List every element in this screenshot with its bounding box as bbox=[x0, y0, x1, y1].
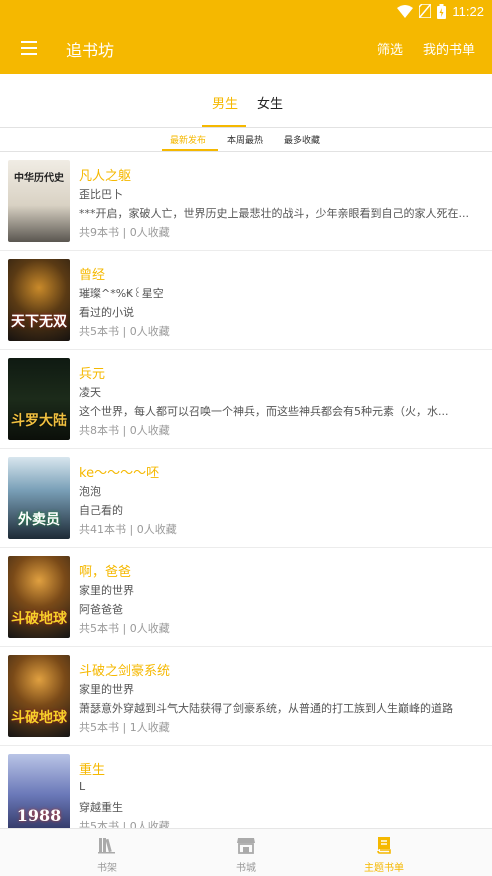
menu-icon-line bbox=[21, 41, 37, 43]
book-meta: 共8本书 | 0人收藏 bbox=[79, 424, 170, 437]
store-icon bbox=[237, 838, 255, 854]
cover-title: 1988 bbox=[16, 806, 62, 825]
list-item[interactable]: 1988 重生 L 穿越重生 共5本书 | 0人收藏 bbox=[0, 746, 492, 828]
book-description: 萧瑟意外穿越到斗气大陆获得了剑豪系统，从普通的打工族到人生巅峰的道路 bbox=[79, 702, 453, 715]
status-icons: 11:22 bbox=[397, 3, 484, 19]
book-cover: 斗破地球 bbox=[8, 655, 70, 737]
list-item[interactable]: 斗破地球 斗破之剑豪系统 家里的世界 萧瑟意外穿越到斗气大陆获得了剑豪系统，从普… bbox=[0, 647, 492, 746]
book-cover: 天下无双 bbox=[8, 259, 70, 341]
book-title: 兵元 bbox=[79, 367, 106, 382]
bookshelf-icon bbox=[98, 838, 115, 854]
book-author: 泡泡 bbox=[79, 485, 101, 498]
menu-icon-line bbox=[21, 53, 37, 55]
book-meta: 共5本书 | 1人收藏 bbox=[79, 721, 170, 734]
book-author: 璀璨^*%₭꒰星空 bbox=[79, 287, 164, 300]
tab-weekly-hot[interactable]: 本周最热 bbox=[227, 133, 263, 146]
book-author: 家里的世界 bbox=[79, 584, 134, 597]
app-bar: 追书坊 筛选 我的书单 bbox=[0, 22, 492, 74]
cover-title: 天下无双 bbox=[11, 314, 67, 330]
app-title: 追书坊 bbox=[66, 41, 115, 60]
wifi-icon bbox=[397, 4, 414, 18]
book-meta: 共5本书 | 0人收藏 bbox=[79, 325, 170, 338]
book-author: 家里的世界 bbox=[79, 683, 134, 696]
menu-icon-line bbox=[21, 47, 37, 49]
book-description: 自己看的 bbox=[79, 504, 123, 517]
nav-topic-booklist[interactable]: 主题书单 bbox=[302, 829, 466, 876]
battery-icon bbox=[437, 3, 447, 19]
book-title: 凡人之躯 bbox=[79, 169, 132, 184]
list-item[interactable]: 斗罗大陆 兵元 凌天 这个世界，每人都可以召唤一个神兵，而这些神兵都会有5种元素… bbox=[0, 350, 492, 449]
book-author: 歪比巴卜 bbox=[79, 188, 123, 201]
list-item[interactable]: 外卖员 ke～～～～呸 泡泡 自己看的 共41本书 | 0人收藏 bbox=[0, 449, 492, 548]
cover-title: 外卖员 bbox=[18, 512, 60, 528]
list-item[interactable]: 天下无双 曾经 璀璨^*%₭꒰星空 看过的小说 共5本书 | 0人收藏 bbox=[0, 251, 492, 350]
menu-button[interactable] bbox=[18, 36, 42, 60]
book-list[interactable]: 中华历代史 凡人之躯 歪比巴卜 ***开启，家破人亡，世界历史上最悲壮的战斗，少… bbox=[0, 152, 492, 828]
book-author: 凌天 bbox=[79, 386, 101, 399]
book-description: 这个世界，每人都可以召唤一个神兵，而这些神兵都会有5种元素（火，水... bbox=[79, 405, 449, 418]
book-cover: 中华历代史 bbox=[8, 160, 70, 242]
nav-topic-booklist-label: 主题书单 bbox=[364, 863, 404, 874]
gender-tabs: 男生 女生 bbox=[0, 74, 492, 128]
tab-indicator bbox=[202, 125, 246, 127]
book-description: 穿越重生 bbox=[79, 801, 123, 814]
book-title: 曾经 bbox=[79, 268, 106, 283]
sim-icon bbox=[419, 4, 432, 18]
book-cover: 斗破地球 bbox=[8, 556, 70, 638]
booklist-icon bbox=[377, 837, 391, 854]
book-title: ke～～～～呸 bbox=[79, 466, 160, 481]
tab-most-collected[interactable]: 最多收藏 bbox=[284, 133, 320, 146]
bottom-nav: 书架 书城 主题书单 bbox=[0, 828, 492, 876]
book-description: 看过的小说 bbox=[79, 306, 134, 319]
book-author: L bbox=[79, 780, 86, 793]
status-time: 11:22 bbox=[452, 3, 484, 19]
book-meta: 共9本书 | 0人收藏 bbox=[79, 226, 170, 239]
book-description: 阿爸爸爸 bbox=[79, 603, 123, 616]
tab-newest[interactable]: 最新发布 bbox=[170, 133, 206, 146]
book-title: 啊，爸爸 bbox=[79, 565, 132, 580]
tab-male[interactable]: 男生 bbox=[212, 93, 238, 112]
book-meta: 共41本书 | 0人收藏 bbox=[79, 523, 177, 536]
list-item[interactable]: 斗破地球 啊，爸爸 家里的世界 阿爸爸爸 共5本书 | 0人收藏 bbox=[0, 548, 492, 647]
status-bar: 11:22 bbox=[0, 0, 492, 22]
cover-title: 斗破地球 bbox=[11, 710, 67, 726]
cover-title: 中华历代史 bbox=[14, 173, 64, 184]
book-description: ***开启，家破人亡，世界历史上最悲壮的战斗，少年亲眼看到自己的家人死在... bbox=[79, 207, 469, 220]
my-booklist-button[interactable]: 我的书单 bbox=[423, 39, 475, 58]
book-meta: 共5本书 | 0人收藏 bbox=[79, 820, 170, 828]
book-meta: 共5本书 | 0人收藏 bbox=[79, 622, 170, 635]
tab-female[interactable]: 女生 bbox=[257, 93, 283, 112]
book-title: 斗破之剑豪系统 bbox=[79, 664, 171, 679]
book-cover: 外卖员 bbox=[8, 457, 70, 539]
book-cover: 斗罗大陆 bbox=[8, 358, 70, 440]
cover-title: 斗破地球 bbox=[11, 611, 67, 627]
book-title: 重生 bbox=[79, 763, 106, 778]
sort-tab-indicator bbox=[162, 149, 218, 151]
cover-title: 斗罗大陆 bbox=[11, 413, 67, 429]
book-cover: 1988 bbox=[8, 754, 70, 828]
filter-button[interactable]: 筛选 bbox=[377, 39, 403, 58]
list-item[interactable]: 中华历代史 凡人之躯 歪比巴卜 ***开启，家破人亡，世界历史上最悲壮的战斗，少… bbox=[0, 152, 492, 251]
sort-tabs: 最新发布 本周最热 最多收藏 bbox=[0, 128, 492, 152]
